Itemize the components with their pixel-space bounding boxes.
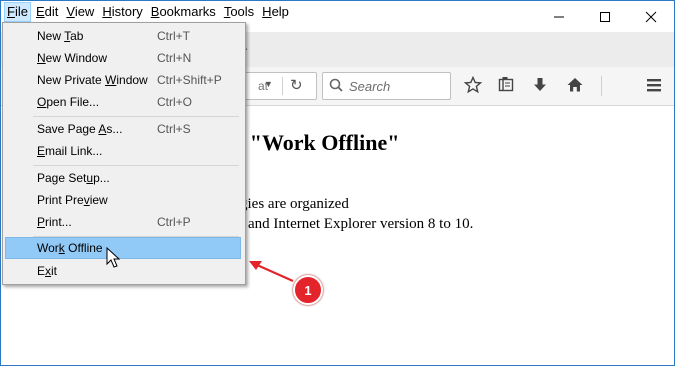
maximize-icon [600,11,610,22]
menu-item-label: Work Offline [37,241,103,255]
menu-edit[interactable]: Edit [33,2,61,22]
menu-hamburger-icon[interactable] [645,76,663,94]
menu-item-shortcut: Ctrl+P [157,215,191,229]
menu-item-shortcut: Ctrl+T [157,29,190,43]
menu-item-print[interactable]: Print... Ctrl+P [5,211,241,233]
menu-view-label: iew [74,4,95,19]
menu-view[interactable]: View [63,2,97,22]
minimize-icon [554,16,564,17]
menu-edit-accel: E [35,4,45,19]
download-icon[interactable] [531,76,549,94]
home-icon[interactable] [566,76,584,94]
menu-tools-label: ools [230,4,255,19]
menu-file-label: ile [14,4,28,19]
mouse-cursor-icon [106,247,121,268]
menu-item-shortcut: Ctrl+O [157,95,193,109]
search-icon [329,78,343,92]
toolbar-separator [601,76,602,96]
menu-item-new-private-window[interactable]: New Private Window Ctrl+Shift+P [5,69,241,91]
menu-edit-label: dit [44,4,59,19]
paragraph-line-1: gies are organized [240,196,349,212]
menu-item-email-link[interactable]: Email Link... [5,140,241,162]
menu-bookmarks-label: ookmarks [159,4,216,19]
menu-bar: File Edit View History Bookmarks Tools H… [1,1,294,23]
close-button[interactable] [628,1,674,32]
menu-item-label: New Window [37,51,108,65]
menu-bookmarks[interactable]: Bookmarks [148,2,219,22]
menu-item-label: Email Link... [37,144,103,158]
menu-item-label: Exit [37,264,58,278]
menu-item-label: New Tab [37,29,84,43]
window-controls [536,1,674,32]
search-input[interactable]: Search [322,72,451,100]
step-badge: 1 [293,275,323,305]
menu-item-save-page-as[interactable]: Save Page As... Ctrl+S [5,118,241,140]
menu-item-open-file[interactable]: Open File... Ctrl+O [5,91,241,113]
menu-item-shortcut: Ctrl+Shift+P [157,73,222,87]
menu-item-page-setup[interactable]: Page Setup... [5,167,241,189]
menu-history-label: istory [111,4,143,19]
menu-item-shortcut: Ctrl+S [157,122,191,136]
menu-file[interactable]: File [4,2,31,22]
menu-divider [33,116,239,117]
menu-tools[interactable]: Tools [221,2,257,22]
menu-item-label: Page Setup... [37,171,110,185]
menu-item-label: Save Page As... [37,122,123,136]
menu-item-new-window[interactable]: New Window Ctrl+N [5,47,241,69]
maximize-button[interactable] [582,1,628,32]
url-dropdown-icon[interactable]: ▼ [264,79,273,89]
menu-item-label: New Private Window [37,73,148,87]
url-separator [282,77,283,95]
menu-history[interactable]: History [99,2,145,22]
menu-help-accel: H [262,4,272,19]
bookmark-star-icon[interactable] [464,76,482,94]
close-icon [645,11,657,22]
reload-icon[interactable]: ↻ [290,76,303,94]
menu-item-label: Open File... [37,95,100,109]
menu-item-exit[interactable]: Exit [5,260,241,282]
page-heading: k "Work Offline" [232,130,400,155]
menu-history-accel: H [102,4,112,19]
paragraph-line-2: and Internet Explorer version 8 to 10. [248,216,474,232]
menu-divider [33,165,239,166]
menu-file-accel: F [7,4,15,19]
file-menu-dropdown: New Tab Ctrl+T New Window Ctrl+N New Pri… [2,22,246,285]
menu-help-label: elp [271,4,289,19]
menu-item-new-tab[interactable]: New Tab Ctrl+T [5,25,241,47]
minimize-button[interactable] [536,1,582,32]
menu-item-label: Print Preview [37,193,108,207]
reading-list-icon[interactable] [497,76,515,94]
menu-view-accel: V [66,4,75,19]
menu-help[interactable]: Help [259,2,292,22]
menu-item-label: Print... [37,215,72,229]
menu-item-work-offline[interactable]: Work Offline [5,237,241,259]
search-placeholder: Search [349,79,391,94]
menu-item-shortcut: Ctrl+N [157,51,192,65]
menu-item-print-preview[interactable]: Print Preview [5,189,241,211]
